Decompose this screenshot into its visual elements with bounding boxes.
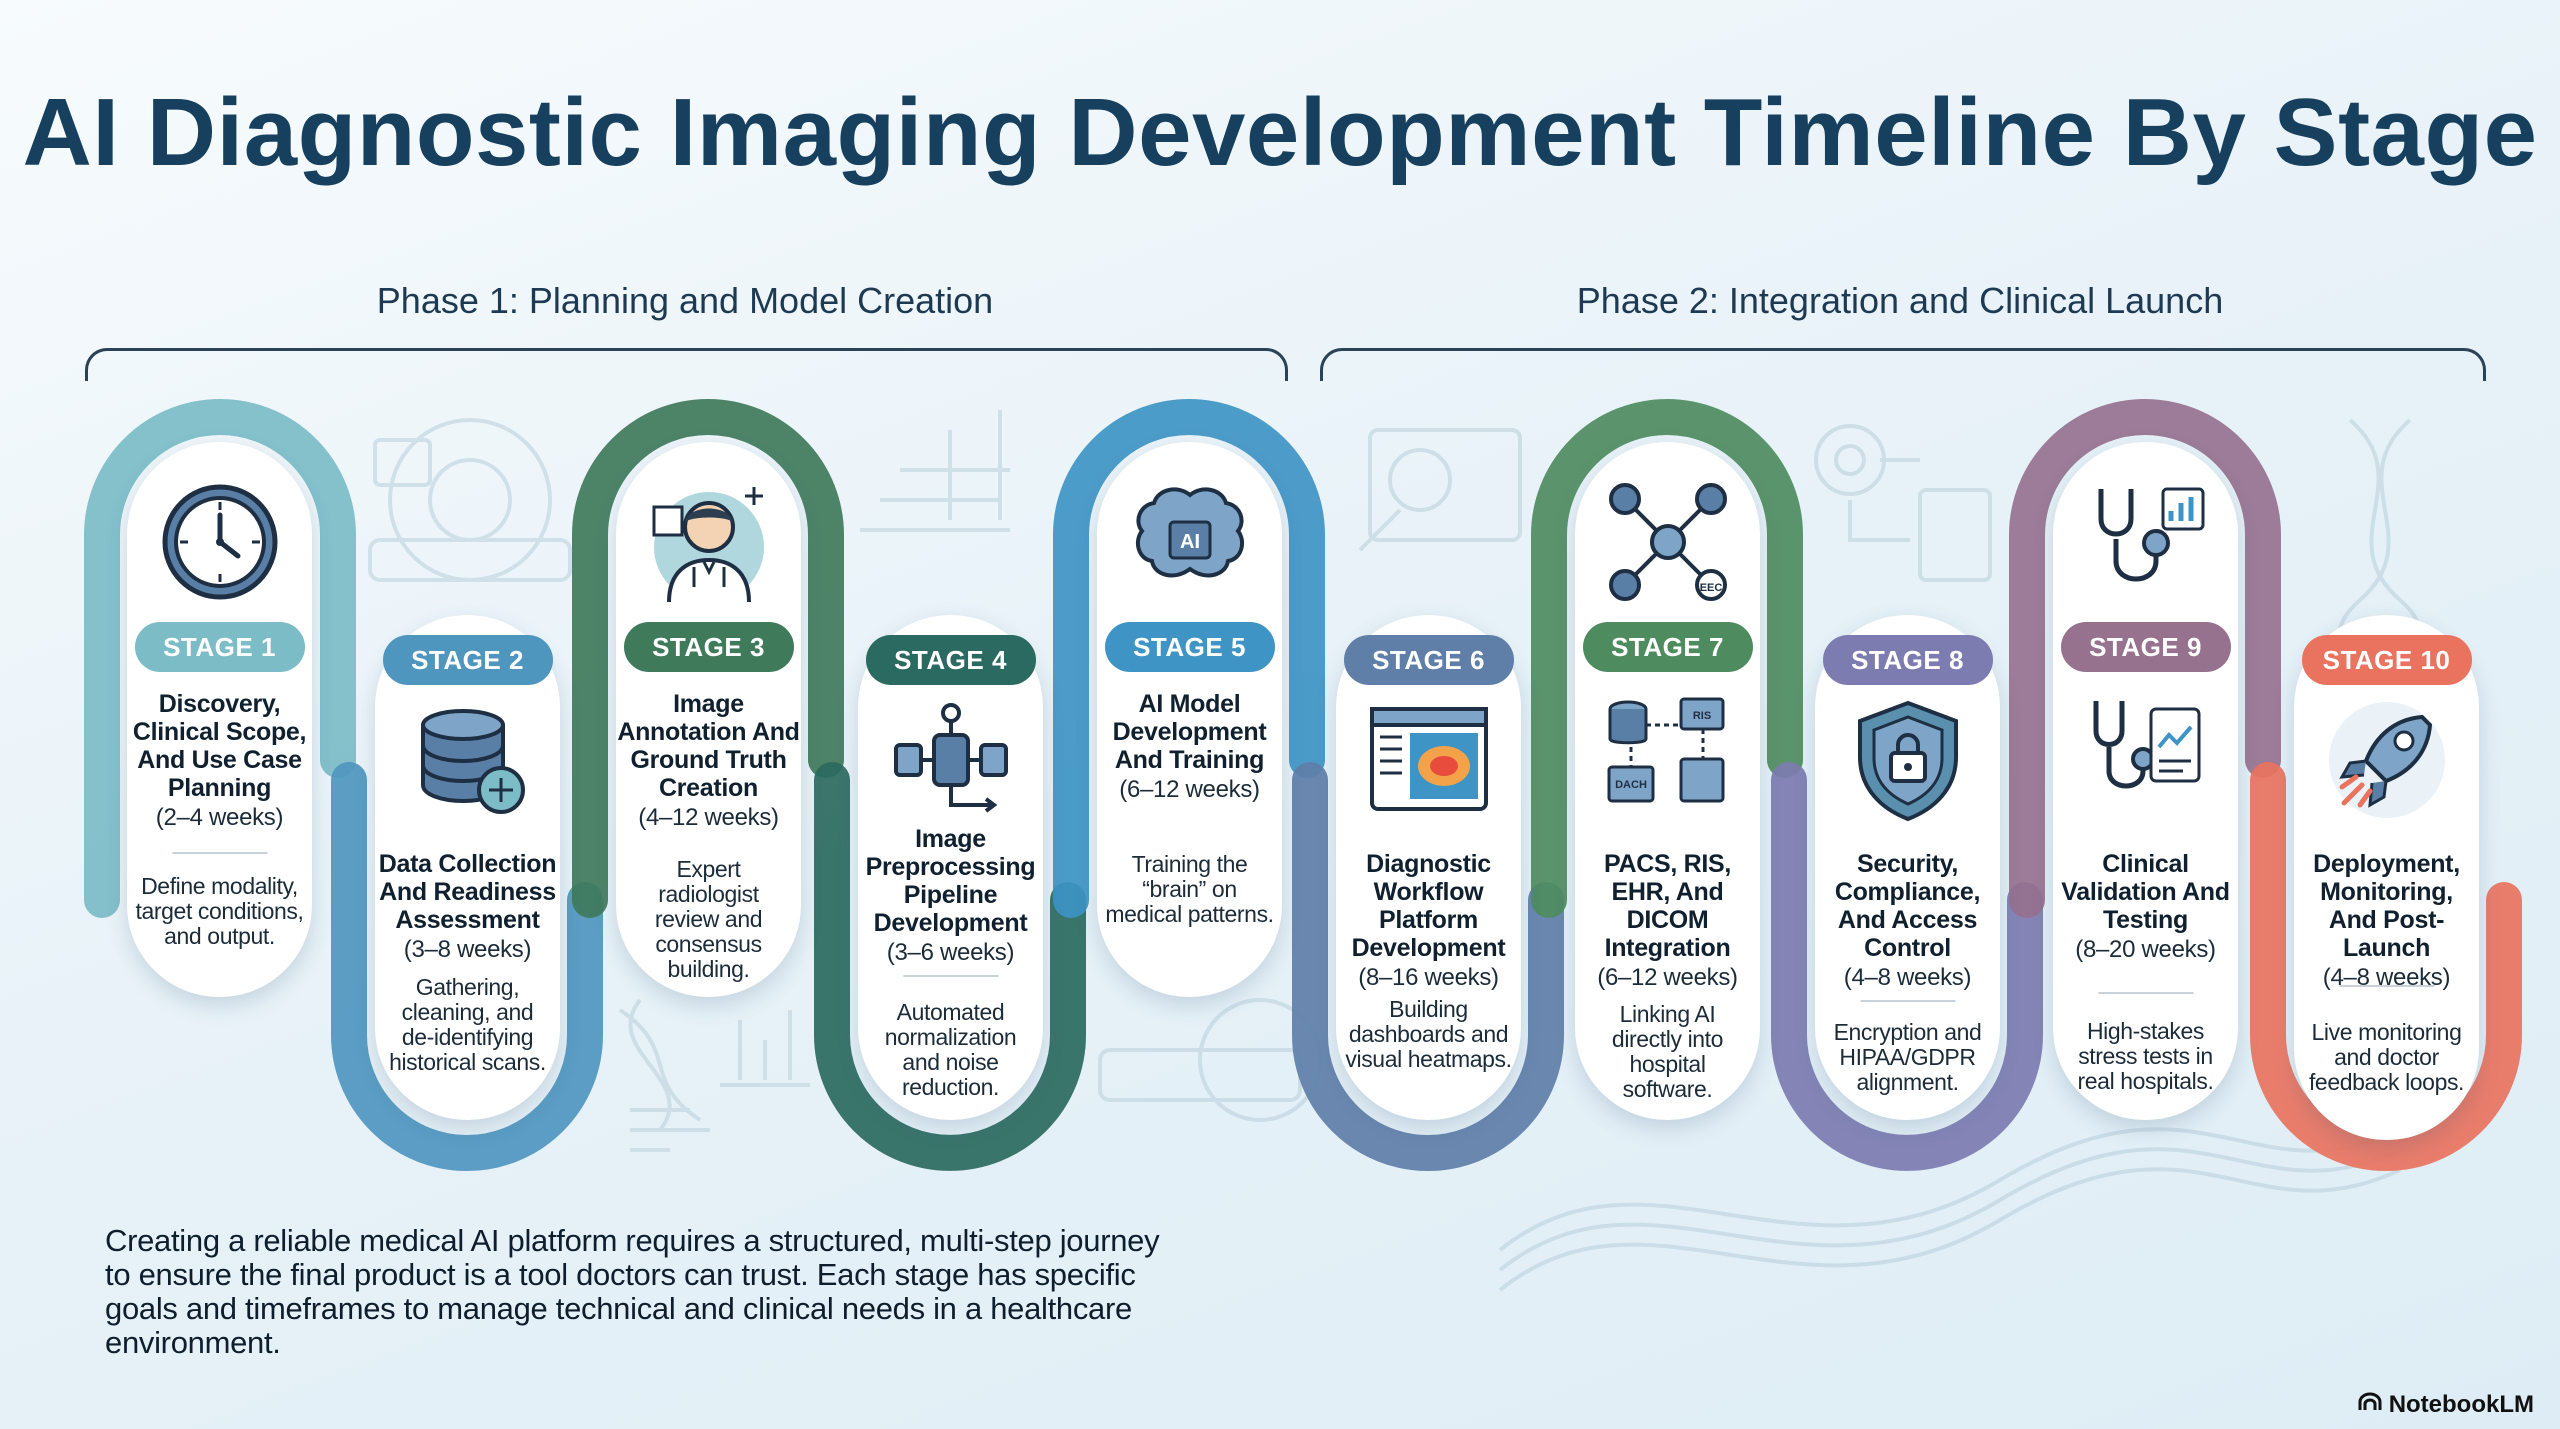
stage-badge-2: STAGE 2 [382,635,553,685]
stage-duration-2: (3–8 weeks) [403,936,532,963]
stage-duration-8: (4–8 weeks) [1843,964,1972,991]
stage-title-10: Deployment, Monitoring, And Post-Launch(… [2294,850,2479,992]
stage-title-text-1: Discovery, Clinical Scope, And Use Case … [132,690,307,802]
stage-description-6: Building dashboards and visual heatmaps. [1345,996,1512,1072]
stage-description-9: High-stakes stress tests in real hospita… [2077,1018,2214,1094]
stage-title-8: Security, Compliance, And Access Control… [1815,850,2000,992]
stage-title-text-8: Security, Compliance, And Access Control [1834,850,1981,962]
shield-lock-icon [1843,695,1973,825]
stethoscope-clipboard-icon [2081,687,2211,817]
stage-title-text-4: Image Preprocessing Pipeline Development [865,825,1036,937]
database-icon [403,695,533,825]
stage-card-6: STAGE 6 Diagnostic Workflow Platform Dev… [1336,615,1521,1120]
stage-description-8: Encryption and HIPAA/GDPR alignment. [1833,1019,1982,1095]
notebooklm-logo-icon [2357,1391,2383,1419]
stage-description-4: Automated normalization and noise reduct… [884,999,1017,1100]
stage-title-5: AI Model Development And Training (6–12 w… [1097,690,1282,804]
divider [172,852,267,854]
rocket-icon [2322,695,2452,825]
stethoscope-chart-icon [2081,477,2211,607]
stage-title-text-2: Data Collection And Readiness Assessment [378,850,557,934]
stage-card-5: AI STAGE 5 AI Model Development And Trai… [1097,442,1282,997]
stage-duration-1: (2–4 weeks) [155,804,284,831]
divider [1860,1000,1955,1002]
stage-title-text-7: PACS, RIS, EHR, And DICOM Integration [1603,850,1732,962]
stage-title-1: Discovery, Clinical Scope, And Use Case … [127,690,312,832]
stage-card-9: STAGE 9 Clinical Validation And Testing(… [2053,442,2238,1120]
stage-duration-3: (4–12 weeks) [638,804,779,831]
stage-badge-9: STAGE 9 [2060,622,2231,672]
stage-description-3: Expert radiologist review and consensus … [654,856,763,982]
stage-badge-3: STAGE 3 [623,622,794,672]
stage-card-4: STAGE 4 Image Preprocessing Pipeline Dev… [858,615,1043,1120]
stage-duration-9: (8–20 weeks) [2075,936,2216,963]
stage-title-6: Diagnostic Workflow Platform Development… [1336,850,1521,992]
stage-title-4: Image Preprocessing Pipeline Development… [858,825,1043,967]
stage-title-3: Image Annotation And Ground Truth Creati… [616,690,801,832]
data-systems-icon: RIS DACH [1603,687,1733,817]
svg-text:AI: AI [1180,531,1200,553]
divider [903,975,998,977]
stage-duration-7: (6–12 weeks) [1597,964,1738,991]
stage-card-1: STAGE 1 Discovery, Clinical Scope, And U… [127,442,312,997]
ai-brain-icon: AI [1125,477,1255,607]
integration-icon: EEC [1603,477,1733,607]
brand-label: NotebookLM [2388,1391,2534,1418]
svg-text:DACH: DACH [1615,779,1647,791]
stage-card-3: STAGE 3 Image Annotation And Ground Trut… [616,442,801,997]
stage-duration-5: (6–12 weeks) [1119,776,1260,803]
stage-badge-4: STAGE 4 [865,635,1036,685]
stage-description-10: Live monitoring and doctor feedback loop… [2308,1019,2465,1095]
stage-badge-6: STAGE 6 [1343,635,1514,685]
stage-card-7: EEC STAGE 7 RIS DACH PACS, RIS, EHR, And… [1575,442,1760,1120]
stage-card-2: STAGE 2 Data Collection And Readiness As… [375,615,560,1120]
summary-paragraph: Creating a reliable medical AI platform … [105,1223,1160,1360]
stage-title-text-3: Image Annotation And Ground Truth Creati… [617,690,800,802]
stage-card-10: STAGE 10 Deployment, Monitoring, And Pos… [2294,615,2479,1140]
stage-badge-1: STAGE 1 [134,622,305,672]
stage-duration-6: (8–16 weeks) [1358,964,1499,991]
stage-badge-5: STAGE 5 [1104,622,1275,672]
svg-text:EEC: EEC [1699,582,1722,594]
stage-title-2: Data Collection And Readiness Assessment… [375,850,560,964]
pipeline-icon [886,695,1016,825]
stage-title-text-9: Clinical Validation And Testing [2061,850,2230,934]
notebooklm-brand: NotebookLM [2357,1391,2534,1419]
divider [2098,992,2193,994]
stage-description-5: Training the “brain” on medical patterns… [1105,851,1274,927]
clock-icon [155,477,285,607]
stage-title-text-6: Diagnostic Workflow Platform Development [1351,850,1506,962]
stage-description-2: Gathering, cleaning, and de-identifying … [389,974,546,1075]
stage-title-text-10: Deployment, Monitoring, And Post-Launch [2313,850,2460,962]
stage-badge-8: STAGE 8 [1822,635,1993,685]
stage-badge-10: STAGE 10 [2301,635,2472,685]
stage-description-1: Define modality, target conditions, and … [135,873,304,949]
heatmap-dashboard-icon [1364,695,1494,825]
stage-title-9: Clinical Validation And Testing (8–20 wee… [2053,850,2238,964]
stage-description-7: Linking AI directly into hospital softwa… [1611,1001,1724,1102]
stage-title-7: PACS, RIS, EHR, And DICOM Integration (6–… [1575,850,1760,992]
stage-card-8: STAGE 8 Security, Compliance, And Access… [1815,615,2000,1120]
stage-duration-4: (3–6 weeks) [886,939,1015,966]
stage-duration-10: (4–8 weeks) [2322,964,2451,991]
svg-text:RIS: RIS [1692,710,1710,722]
stage-title-text-5: AI Model Development And Training [1112,690,1267,774]
divider [2339,985,2434,987]
stage-badge-7: STAGE 7 [1582,622,1753,672]
doctor-icon [644,477,774,607]
